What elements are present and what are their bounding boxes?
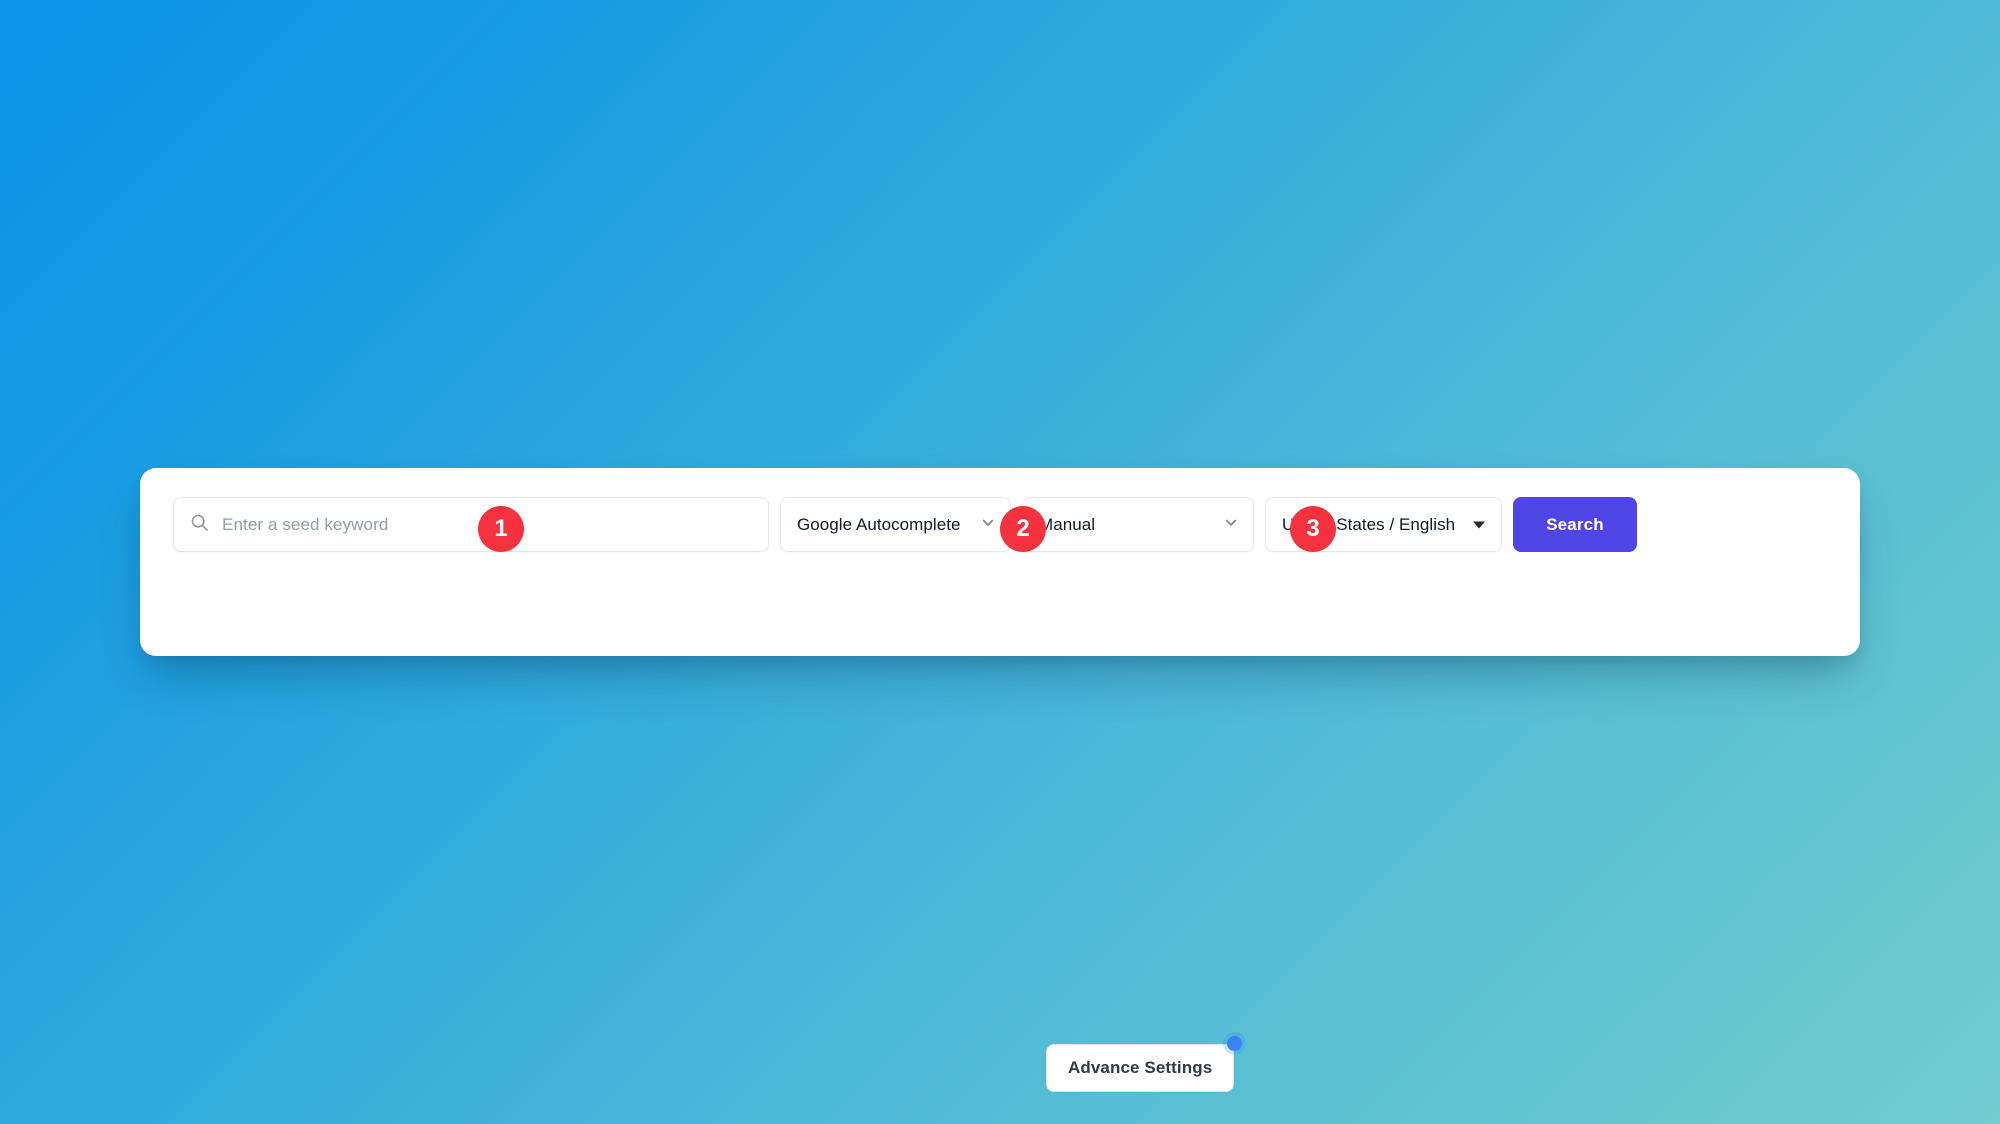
step-badge-2: 2 [1000,506,1046,552]
search-field-row: Google Autocomplete Manual United States… [173,497,1637,552]
advance-settings-button[interactable]: Advance Settings [1046,1044,1235,1092]
mode-select[interactable]: Manual [1022,497,1254,552]
search-button[interactable]: Search [1513,497,1637,552]
caret-down-icon[interactable] [1473,521,1485,528]
seed-keyword-field[interactable] [173,497,769,552]
notification-dot-icon [1227,1036,1243,1051]
mode-select-value: Manual [1039,514,1096,534]
search-icon [190,513,209,537]
source-select[interactable]: Google Autocomplete [780,497,1011,552]
chevron-down-icon[interactable] [980,514,996,535]
search-card: Google Autocomplete Manual United States… [140,468,1860,1092]
step-badge-3: 3 [1290,506,1336,552]
chevron-down-icon[interactable] [1223,514,1239,535]
step-badge-1: 1 [478,506,524,552]
source-select-value: Google Autocomplete [797,514,961,534]
advance-settings-wrapper: Advance Settings [1046,1036,1243,1092]
